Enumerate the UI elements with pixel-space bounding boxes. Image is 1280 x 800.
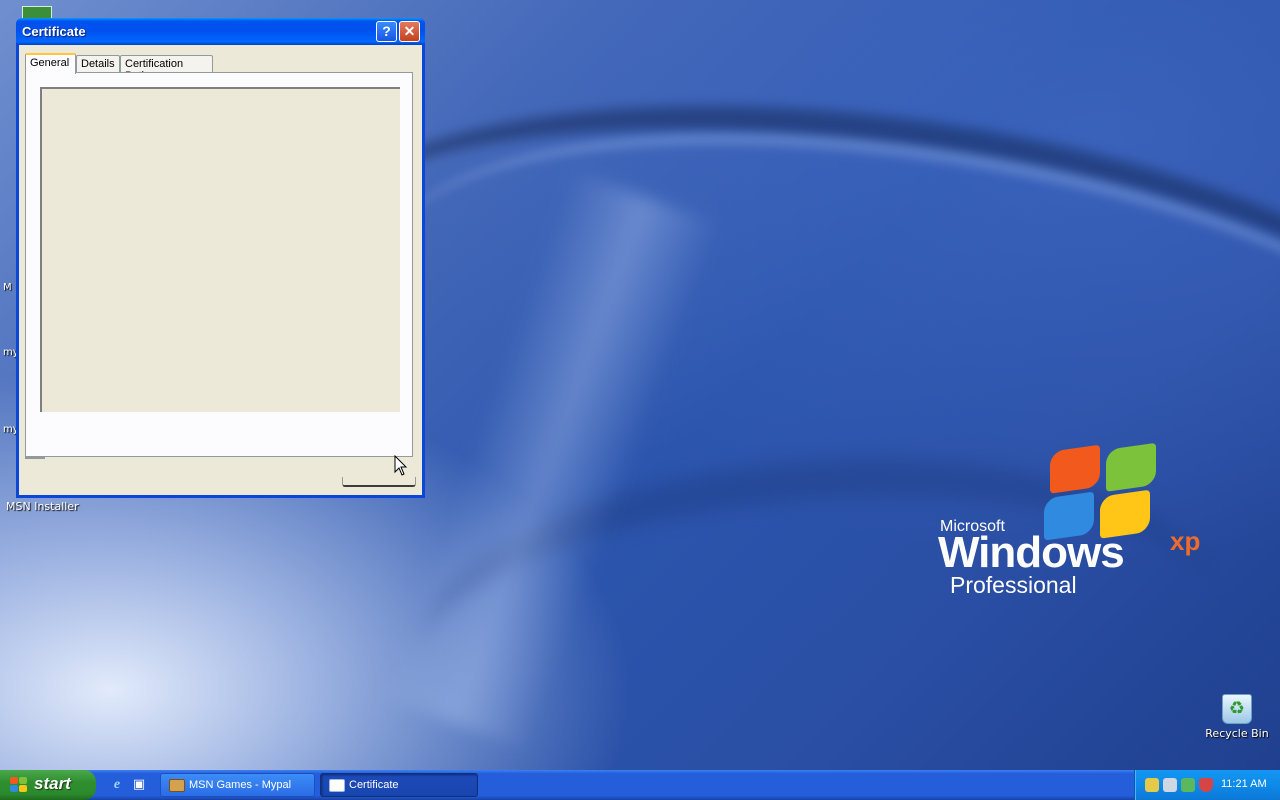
general-tab-page xyxy=(25,72,413,457)
start-label: start xyxy=(34,774,71,793)
window-title: Certificate xyxy=(22,24,86,39)
logo-xp-text: xp xyxy=(1170,526,1201,556)
help-icon: ? xyxy=(382,23,391,39)
desktop-icon-msn-installer[interactable]: MSN Installer xyxy=(6,500,79,513)
start-button[interactable]: start xyxy=(0,770,96,800)
taskbar-button-certificate[interactable]: Certificate xyxy=(320,773,478,797)
show-desktop-icon[interactable]: ▣ xyxy=(130,776,148,794)
msn-games-icon xyxy=(169,779,185,792)
security-center-icon[interactable] xyxy=(1181,778,1195,792)
tab-certification-path[interactable]: Certification Path xyxy=(120,55,213,82)
certificate-window: Certificate ? ✕ General Details Certific… xyxy=(16,18,425,498)
logo-edition-text: Professional xyxy=(950,572,1077,598)
tab-general[interactable]: General xyxy=(25,53,76,74)
task-label: Certificate xyxy=(349,779,399,791)
internet-explorer-icon[interactable]: e xyxy=(108,776,126,794)
security-shield-icon[interactable] xyxy=(1199,778,1213,792)
desktop-icon-label-clipped[interactable]: M xyxy=(3,282,12,293)
desktop-icon-recycle-bin[interactable]: ♻ Recycle Bin xyxy=(1205,694,1269,740)
taskbar-button-msn-games[interactable]: MSN Games - Mypal xyxy=(160,773,315,797)
safely-remove-hardware-icon[interactable] xyxy=(1163,778,1177,792)
taskbar: start e ▣ MSN Games - Mypal Certificate … xyxy=(0,770,1280,800)
certificate-information-panel xyxy=(40,87,400,412)
divider xyxy=(25,457,45,459)
help-button[interactable]: ? xyxy=(376,21,397,42)
close-button[interactable]: ✕ xyxy=(399,21,420,42)
task-label: MSN Games - Mypal xyxy=(189,779,292,791)
window-client-area: General Details Certification Path xyxy=(19,45,422,495)
window-titlebar[interactable]: Certificate ? ✕ xyxy=(16,18,425,45)
windows-xp-logo: Microsoft Windows xp Professional xyxy=(938,442,1208,604)
recycle-bin-icon: ♻ xyxy=(1222,694,1252,724)
network-icon[interactable] xyxy=(1145,778,1159,792)
ok-button[interactable] xyxy=(342,477,416,487)
clock[interactable]: 11:21 AM xyxy=(1221,778,1267,790)
tab-details[interactable]: Details xyxy=(76,55,120,73)
logo-windows-text: Windows xyxy=(938,528,1125,577)
mouse-cursor-icon xyxy=(394,455,408,476)
recycle-bin-label: Recycle Bin xyxy=(1205,727,1269,740)
certificate-window-icon xyxy=(329,779,345,792)
system-tray: 11:21 AM xyxy=(1134,770,1280,800)
close-icon: ✕ xyxy=(403,23,416,39)
windows-flag-icon xyxy=(10,777,28,793)
